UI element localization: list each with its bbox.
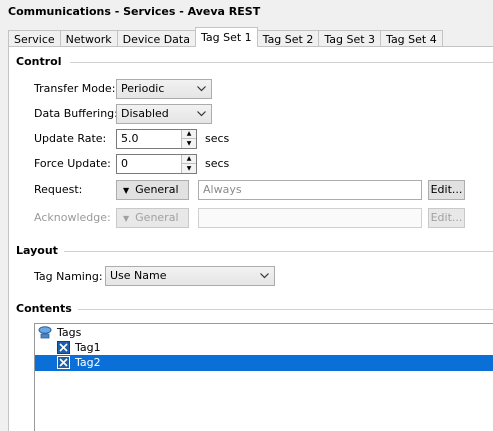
data-buffering-dropdown[interactable]: Disabled bbox=[116, 104, 212, 124]
tree-item-label: Tag1 bbox=[75, 341, 101, 354]
control-divider bbox=[70, 62, 493, 63]
layout-heading: Layout bbox=[16, 244, 64, 257]
transfer-mode-value: Periodic bbox=[121, 82, 165, 95]
tag-naming-value: Use Name bbox=[110, 269, 167, 282]
request-condition-field[interactable]: Always bbox=[198, 180, 422, 200]
tree-item-tag1[interactable]: Tag1 bbox=[35, 340, 493, 356]
tab-service[interactable]: Service bbox=[8, 30, 61, 47]
tab-tag-set-4[interactable]: Tag Set 4 bbox=[380, 30, 443, 47]
acknowledge-edit-button[interactable]: Edit... bbox=[428, 208, 465, 228]
acknowledge-type-label: General bbox=[135, 211, 179, 224]
tag-tree[interactable]: Tags Tag1 Tag2 bbox=[34, 323, 493, 431]
contents-heading: Contents bbox=[16, 302, 78, 315]
tags-folder-icon bbox=[38, 326, 52, 339]
caret-down-icon: ▼ bbox=[123, 186, 130, 195]
layout-divider bbox=[62, 251, 493, 252]
tab-tag-set-2[interactable]: Tag Set 2 bbox=[256, 30, 320, 47]
request-type-label: General bbox=[135, 183, 179, 196]
tab-device-data[interactable]: Device Data bbox=[116, 30, 196, 47]
tab-network[interactable]: Network bbox=[59, 30, 118, 47]
update-rate-value: 5.0 bbox=[121, 132, 139, 145]
update-rate-spin-buttons[interactable]: ▲ ▼ bbox=[181, 130, 196, 148]
tab-tag-set-3[interactable]: Tag Set 3 bbox=[318, 30, 382, 47]
window-title: Communications - Services - Aveva REST bbox=[0, 0, 493, 24]
update-rate-unit: secs bbox=[205, 132, 230, 145]
spin-down-icon[interactable]: ▼ bbox=[182, 139, 196, 148]
transfer-mode-label: Transfer Mode: bbox=[34, 82, 116, 95]
request-edit-button[interactable]: Edit... bbox=[428, 180, 465, 200]
data-buffering-label: Data Buffering: bbox=[34, 107, 118, 120]
tree-item-tag2[interactable]: Tag2 bbox=[35, 355, 493, 371]
acknowledge-type-button[interactable]: ▼ General bbox=[116, 208, 189, 228]
force-update-stepper[interactable]: 0 ▲ ▼ bbox=[116, 154, 197, 174]
tree-root-label: Tags bbox=[57, 326, 82, 339]
acknowledge-condition-field[interactable] bbox=[198, 208, 422, 228]
update-rate-label: Update Rate: bbox=[34, 132, 107, 145]
contents-divider bbox=[72, 309, 493, 310]
request-label: Request: bbox=[34, 183, 83, 196]
data-buffering-value: Disabled bbox=[121, 107, 169, 120]
acknowledge-label: Acknowledge: bbox=[34, 211, 111, 224]
control-heading: Control bbox=[16, 55, 68, 68]
tag-naming-label: Tag Naming: bbox=[34, 270, 103, 283]
chevron-down-icon bbox=[196, 105, 206, 123]
tag-icon bbox=[57, 356, 70, 369]
force-update-value: 0 bbox=[121, 157, 128, 170]
force-update-label: Force Update: bbox=[34, 157, 111, 170]
chevron-down-icon bbox=[259, 267, 269, 285]
tag-naming-dropdown[interactable]: Use Name bbox=[105, 266, 275, 286]
transfer-mode-dropdown[interactable]: Periodic bbox=[116, 79, 212, 99]
request-type-button[interactable]: ▼ General bbox=[116, 180, 189, 200]
tab-bar: Service Network Device Data Tag Set 1 Ta… bbox=[8, 27, 443, 47]
spin-down-icon[interactable]: ▼ bbox=[182, 164, 196, 173]
tag-icon bbox=[57, 341, 70, 354]
force-update-spin-buttons[interactable]: ▲ ▼ bbox=[181, 155, 196, 173]
caret-down-icon: ▼ bbox=[123, 214, 130, 223]
chevron-down-icon bbox=[196, 80, 206, 98]
force-update-unit: secs bbox=[205, 157, 230, 170]
tab-tag-set-1[interactable]: Tag Set 1 bbox=[194, 27, 258, 47]
update-rate-stepper[interactable]: 5.0 ▲ ▼ bbox=[116, 129, 197, 149]
tree-root-tags[interactable]: Tags bbox=[35, 325, 493, 341]
tree-item-label: Tag2 bbox=[75, 356, 101, 369]
